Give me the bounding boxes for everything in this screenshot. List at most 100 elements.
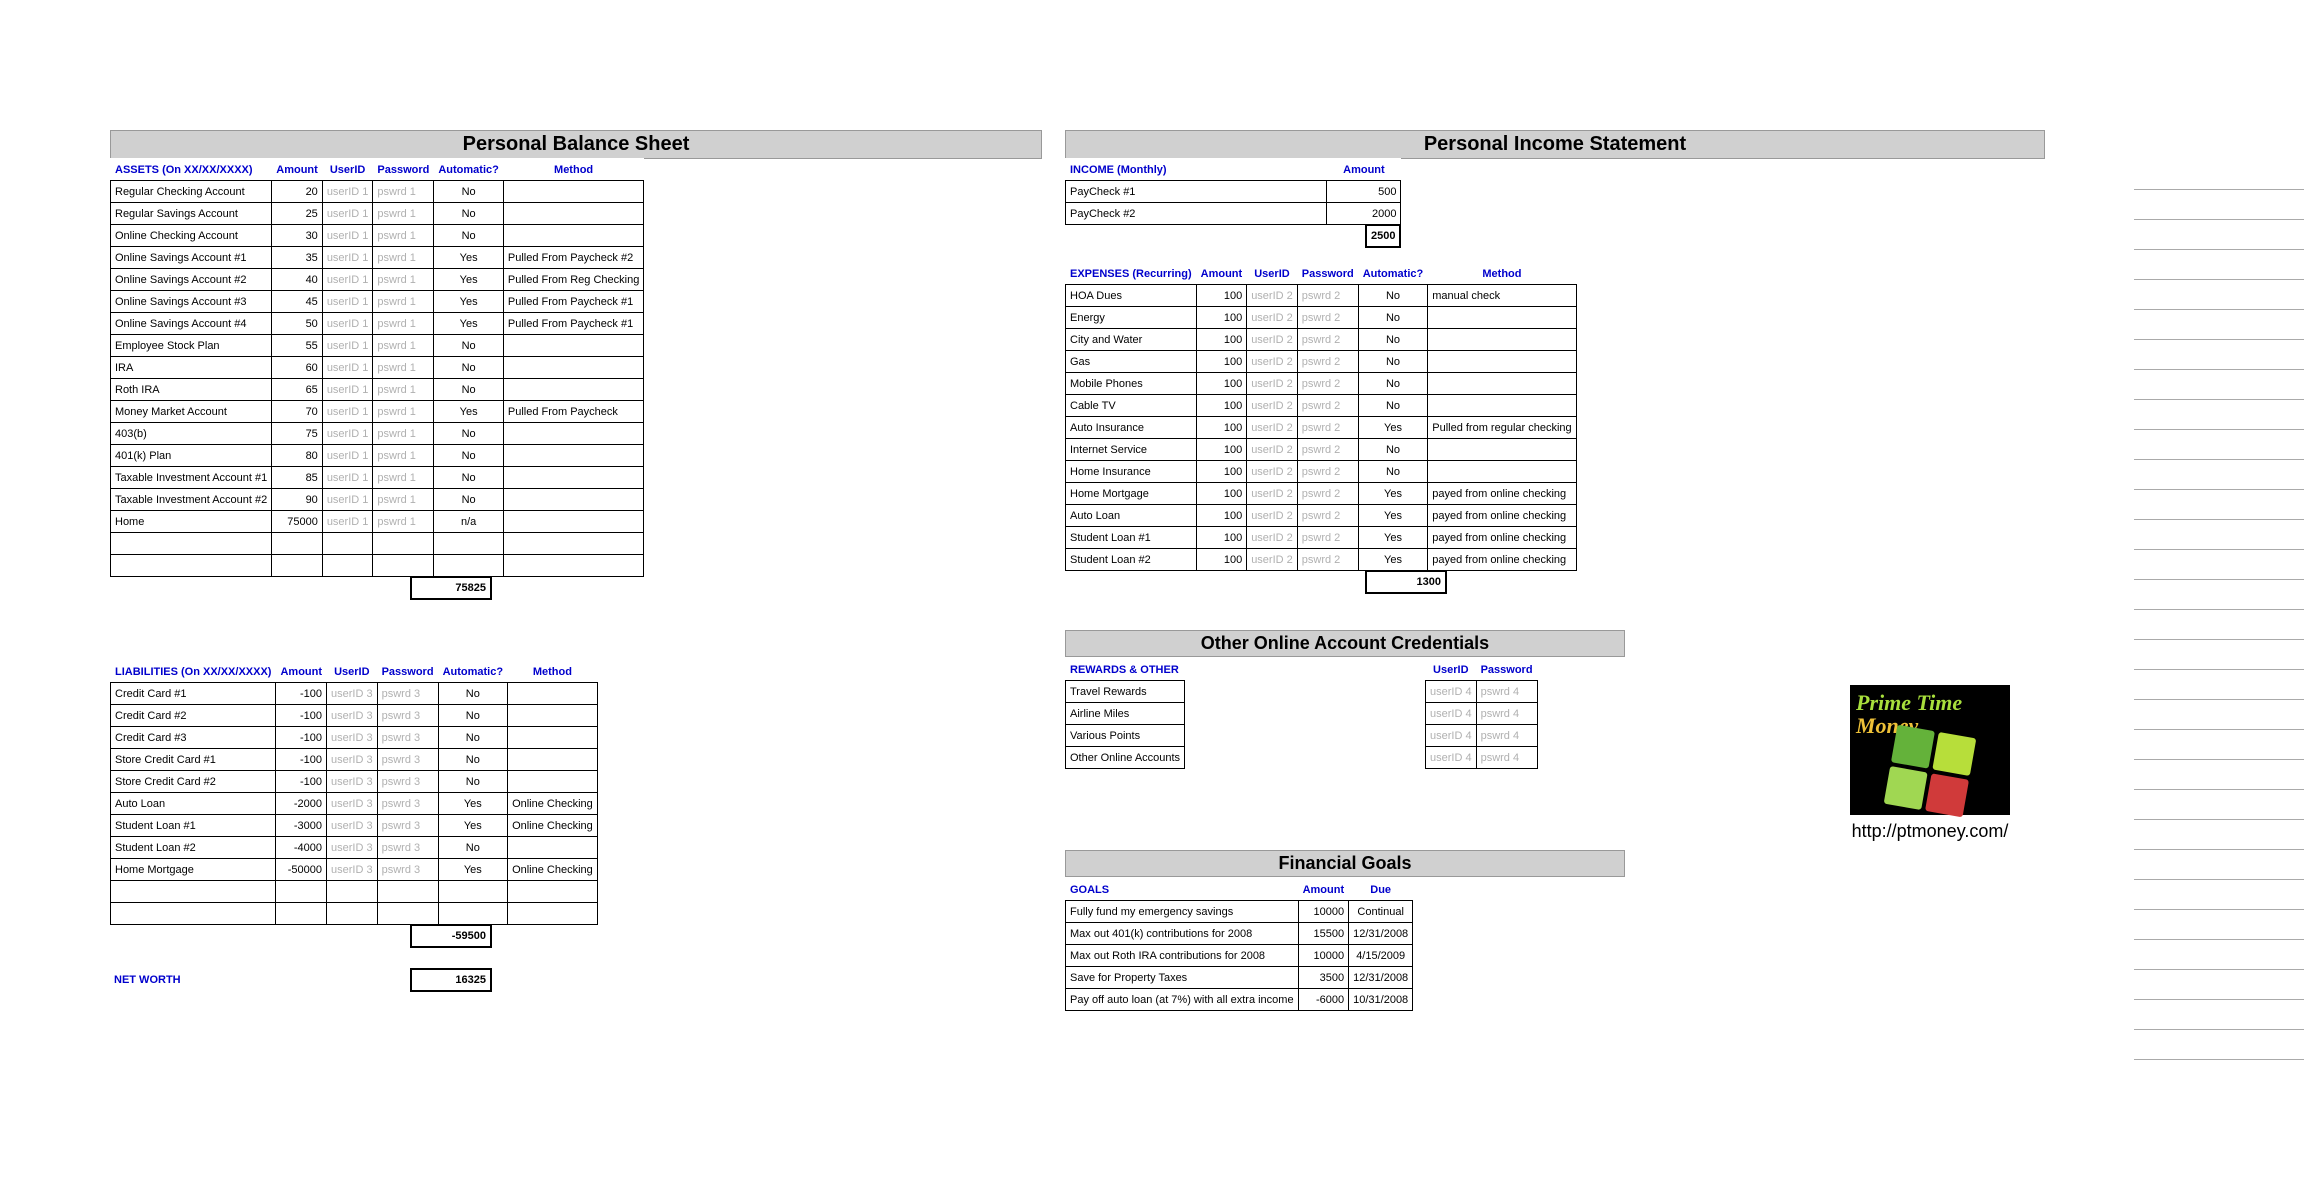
row-method: manual check <box>1428 285 1576 307</box>
row-auto: No <box>434 225 504 247</box>
table-row: Mobile Phones 100 userID 2 pswrd 2 No <box>1066 373 1577 395</box>
row-amount: -100 <box>276 771 327 793</box>
row-amount: 80 <box>272 445 323 467</box>
row-userid: userID 2 <box>1247 351 1298 373</box>
row-method: Pulled from regular checking <box>1428 417 1576 439</box>
row-userid: userID 1 <box>322 181 373 203</box>
table-row: Internet Service 100 userID 2 pswrd 2 No <box>1066 439 1577 461</box>
row-due: 12/31/2008 <box>1349 967 1413 989</box>
table-row: Home 75000 userID 1 pswrd 1 n/a <box>111 511 644 533</box>
row-method <box>503 203 643 225</box>
row-auto: No <box>438 749 508 771</box>
row-method <box>503 467 643 489</box>
expenses-table: EXPENSES (Recurring) Amount UserID Passw… <box>1065 262 1577 571</box>
table-row: Online Savings Account #2 40 userID 1 ps… <box>111 269 644 291</box>
row-amount: 90 <box>272 489 323 511</box>
row-auto: No <box>1358 373 1428 395</box>
table-row: Credit Card #2 -100 userID 3 pswrd 3 No <box>111 705 598 727</box>
row-password: pswrd 1 <box>373 445 434 467</box>
row-method <box>1428 439 1576 461</box>
row-method <box>503 445 643 467</box>
row-auto: No <box>434 423 504 445</box>
row-password: pswrd 1 <box>373 247 434 269</box>
row-amount: -3000 <box>276 815 327 837</box>
row-amount: -100 <box>276 727 327 749</box>
tile-icon <box>1884 766 1928 810</box>
liabilities-table: LIABILITIES (On XX/XX/XXXX) Amount UserI… <box>110 660 598 925</box>
row-password: pswrd 3 <box>377 705 438 727</box>
row-name: Taxable Investment Account #1 <box>111 467 272 489</box>
row-auto: No <box>434 181 504 203</box>
income-table: INCOME (Monthly) Amount PayCheck #1 500 … <box>1065 158 1401 225</box>
row-password: pswrd 2 <box>1297 483 1358 505</box>
row-due: 10/31/2008 <box>1349 989 1413 1011</box>
row-name: Online Savings Account #3 <box>111 291 272 313</box>
row-amount: -2000 <box>276 793 327 815</box>
row-userid: userID 2 <box>1247 549 1298 571</box>
table-row: userID 4 pswrd 4 <box>1426 681 1538 703</box>
row-amount: 85 <box>272 467 323 489</box>
table-row-empty <box>111 903 598 925</box>
row-userid: userID 1 <box>322 401 373 423</box>
row-userid: userID 1 <box>322 313 373 335</box>
table-row: Student Loan #1 100 userID 2 pswrd 2 Yes… <box>1066 527 1577 549</box>
row-name: Home Insurance <box>1066 461 1197 483</box>
row-name: Taxable Investment Account #2 <box>111 489 272 511</box>
table-row: PayCheck #2 2000 <box>1066 203 1401 225</box>
col-method: Method <box>503 159 643 181</box>
row-amount: 100 <box>1196 373 1247 395</box>
table-row: userID 4 pswrd 4 <box>1426 747 1538 769</box>
row-auto: Yes <box>1358 505 1428 527</box>
row-name: Gas <box>1066 351 1197 373</box>
row-password: pswrd 1 <box>373 269 434 291</box>
row-password: pswrd 2 <box>1297 417 1358 439</box>
row-name: Mobile Phones <box>1066 373 1197 395</box>
brand-logo: Prime Time Money <box>1850 685 2010 815</box>
row-amount: 500 <box>1327 181 1401 203</box>
row-auto: Yes <box>434 401 504 423</box>
row-amount: 65 <box>272 379 323 401</box>
row-name: Online Savings Account #1 <box>111 247 272 269</box>
row-userid: userID 2 <box>1247 307 1298 329</box>
row-method <box>503 225 643 247</box>
row-name: Home <box>111 511 272 533</box>
row-amount: 30 <box>272 225 323 247</box>
row-password: pswrd 2 <box>1297 395 1358 417</box>
row-userid: userID 2 <box>1247 395 1298 417</box>
tile-icon <box>1891 725 1935 769</box>
assets-table: ASSETS (On XX/XX/XXXX) Amount UserID Pas… <box>110 158 644 577</box>
row-auto: Yes <box>438 815 508 837</box>
row-auto: No <box>438 705 508 727</box>
row-password: pswrd 1 <box>373 489 434 511</box>
row-auto: Yes <box>1358 549 1428 571</box>
row-auto: No <box>434 467 504 489</box>
row-amount: -100 <box>276 683 327 705</box>
table-row: Store Credit Card #2 -100 userID 3 pswrd… <box>111 771 598 793</box>
table-row: Travel Rewards <box>1066 681 1185 703</box>
row-name: Travel Rewards <box>1066 681 1185 703</box>
row-name: PayCheck #2 <box>1066 203 1327 225</box>
table-row: Pay off auto loan (at 7%) with all extra… <box>1066 989 1413 1011</box>
row-amount: 100 <box>1196 527 1247 549</box>
row-method <box>508 683 598 705</box>
row-method: Online Checking <box>508 815 598 837</box>
row-name: Fully fund my emergency savings <box>1066 901 1299 923</box>
row-amount: -6000 <box>1298 989 1349 1011</box>
row-password: pswrd 2 <box>1297 439 1358 461</box>
row-auto: No <box>1358 461 1428 483</box>
income-header-label: INCOME (Monthly) <box>1066 159 1327 181</box>
row-name: Student Loan #2 <box>111 837 276 859</box>
row-password: pswrd 2 <box>1297 527 1358 549</box>
row-name: 401(k) Plan <box>111 445 272 467</box>
row-password: pswrd 1 <box>373 181 434 203</box>
col-userid: UserID <box>322 159 373 181</box>
row-method <box>503 423 643 445</box>
row-amount: 50 <box>272 313 323 335</box>
row-userid: userID 1 <box>322 423 373 445</box>
row-auto: No <box>1358 285 1428 307</box>
row-amount: 20 <box>272 181 323 203</box>
assets-total: 75825 <box>411 577 491 599</box>
row-userid: userID 3 <box>327 837 378 859</box>
row-auto: Yes <box>434 269 504 291</box>
table-row: Home Mortgage 100 userID 2 pswrd 2 Yes p… <box>1066 483 1577 505</box>
